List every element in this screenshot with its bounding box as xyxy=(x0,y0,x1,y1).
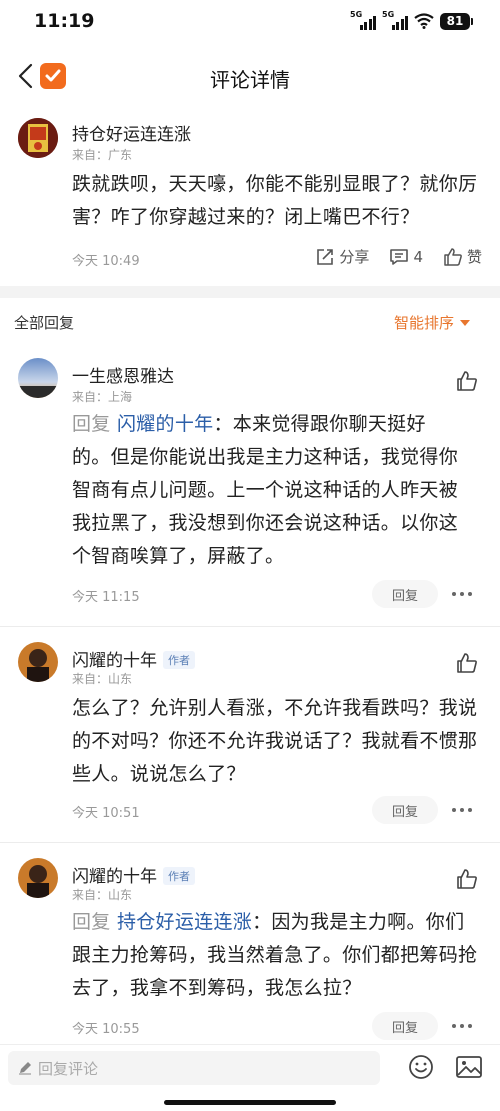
reply-username: 闪耀的十年 作者 xyxy=(72,862,195,887)
image-icon[interactable] xyxy=(455,1055,483,1079)
reply-username: 闪耀的十年 作者 xyxy=(72,646,195,671)
nav-bar: 评论详情 xyxy=(0,48,500,104)
reply-button[interactable]: 回复 xyxy=(372,580,438,608)
like-button[interactable]: 赞 xyxy=(443,246,482,267)
comment-input[interactable]: 回复评论 xyxy=(8,1051,380,1085)
reply-username[interactable]: 一生感恩雅达 xyxy=(72,362,174,387)
post-text: 跌就跌呗，天天嚎，你能不能别显眼了？就你厉害？咋了你穿越过来的？闭上嘴巴不行？ xyxy=(72,173,478,228)
post-location: 来自：广东 xyxy=(72,148,133,162)
reply-text: 回复 持仓好运连连涨：因为我是主力啊。你们跟主力抢筹码，我当然着急了。你们都把筹… xyxy=(72,906,482,1005)
cellular-signal-icon-2: 5G xyxy=(382,10,408,30)
more-options-icon[interactable] xyxy=(452,806,476,814)
sort-label: 智能排序 xyxy=(393,314,454,332)
chevron-left-icon[interactable] xyxy=(14,62,38,90)
reply-location: 来自：山东 xyxy=(72,672,133,686)
reply-time: 今天 10:55 xyxy=(72,1022,140,1037)
thumbs-up-icon xyxy=(444,247,462,266)
share-icon xyxy=(317,248,334,265)
reply-location: 来自：上海 xyxy=(72,390,133,404)
thumbs-up-icon[interactable] xyxy=(456,370,478,392)
author-badge: 作者 xyxy=(163,867,195,885)
avatar[interactable] xyxy=(18,358,58,398)
comment-count: 4 xyxy=(413,247,423,266)
reply-prefix: 回复 xyxy=(72,413,117,435)
reply-time: 今天 10:51 xyxy=(72,806,140,821)
reply-prefix: 回复 xyxy=(72,911,117,933)
post-username[interactable]: 持仓好运连连涨 xyxy=(72,120,191,145)
status-bar: 11:19 5G 5G 81 xyxy=(0,0,500,44)
status-icons: 5G 5G 81 xyxy=(350,10,473,30)
comment-icon xyxy=(390,248,409,265)
reply-content: 怎么了？允许别人看涨，不允许我看跌吗？我说的不对吗？你还不允许我说话了？我就看不… xyxy=(72,697,478,785)
battery-indicator: 81 xyxy=(440,12,473,30)
reply-button[interactable]: 回复 xyxy=(372,796,438,824)
reply-username-link[interactable]: 闪耀的十年 xyxy=(72,867,157,887)
avatar[interactable] xyxy=(18,118,58,158)
avatar[interactable] xyxy=(18,858,58,898)
author-badge: 作者 xyxy=(163,651,195,669)
divider xyxy=(0,842,500,843)
post-actions: 分享 4 赞 xyxy=(315,246,482,267)
pencil-icon xyxy=(19,1062,31,1075)
reply-text: 回复 闪耀的十年：本来觉得跟你聊天挺好的。但是你能说出我是主力这种话，我觉得你智… xyxy=(72,408,464,573)
reply-location: 来自：山东 xyxy=(72,888,133,902)
divider xyxy=(0,626,500,627)
reply-username-link[interactable]: 闪耀的十年 xyxy=(72,651,157,671)
page-title: 评论详情 xyxy=(210,68,290,92)
reply-button[interactable]: 回复 xyxy=(372,1012,438,1040)
cellular-signal-icon: 5G xyxy=(350,10,376,30)
share-label: 分享 xyxy=(339,248,370,266)
emoji-icon[interactable] xyxy=(408,1054,434,1080)
app-logo-icon[interactable] xyxy=(40,63,66,89)
more-options-icon[interactable] xyxy=(452,590,476,598)
comment-button[interactable]: 4 xyxy=(389,247,423,267)
thumbs-up-icon[interactable] xyxy=(456,868,478,890)
share-button[interactable]: 分享 xyxy=(315,246,369,267)
bottom-bar: 回复评论 xyxy=(0,1044,500,1111)
thumbs-up-icon[interactable] xyxy=(456,652,478,674)
avatar[interactable] xyxy=(18,642,58,682)
section-divider xyxy=(0,286,500,298)
post-time: 今天 10:49 xyxy=(72,254,140,269)
reply-content: ：本来觉得跟你聊天挺好的。但是你能说出我是主力这种话，我觉得你智商有点儿问题。上… xyxy=(72,413,459,567)
comment-input-placeholder: 回复评论 xyxy=(38,1059,99,1078)
reply-text: 怎么了？允许别人看涨，不允许我看跌吗？我说的不对吗？你还不允许我说话了？我就看不… xyxy=(72,692,482,791)
caret-down-icon xyxy=(460,319,470,326)
home-indicator xyxy=(164,1100,336,1105)
status-time: 11:19 xyxy=(34,10,95,32)
all-replies-title: 全部回复 xyxy=(14,314,75,332)
reply-time: 今天 11:15 xyxy=(72,590,140,605)
more-options-icon[interactable] xyxy=(452,1022,476,1030)
reply-target-link[interactable]: 持仓好运连连涨 xyxy=(117,911,252,933)
like-label: 赞 xyxy=(466,248,482,266)
reply-target-link[interactable]: 闪耀的十年 xyxy=(117,413,214,435)
wifi-icon xyxy=(414,13,434,29)
sort-dropdown[interactable]: 智能排序 xyxy=(394,312,470,333)
